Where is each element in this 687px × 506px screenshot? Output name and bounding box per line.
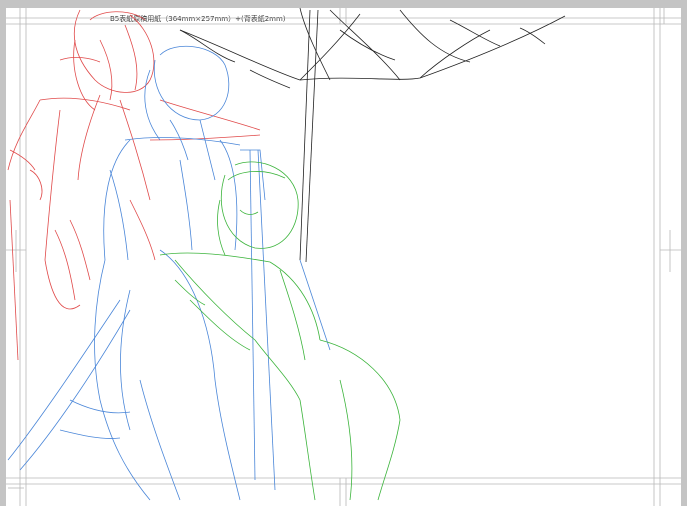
umbrella-ink-layer (179, 7, 566, 263)
blue-sketch-layer (7, 45, 331, 501)
drawing-canvas-workspace[interactable]: B5表紙原稿用紙（364mm×257mm）+(背表紙2mm) (0, 0, 687, 506)
sketch-artwork[interactable] (0, 0, 687, 506)
crop-guides (6, 8, 681, 506)
green-sketch-layer (159, 161, 401, 501)
